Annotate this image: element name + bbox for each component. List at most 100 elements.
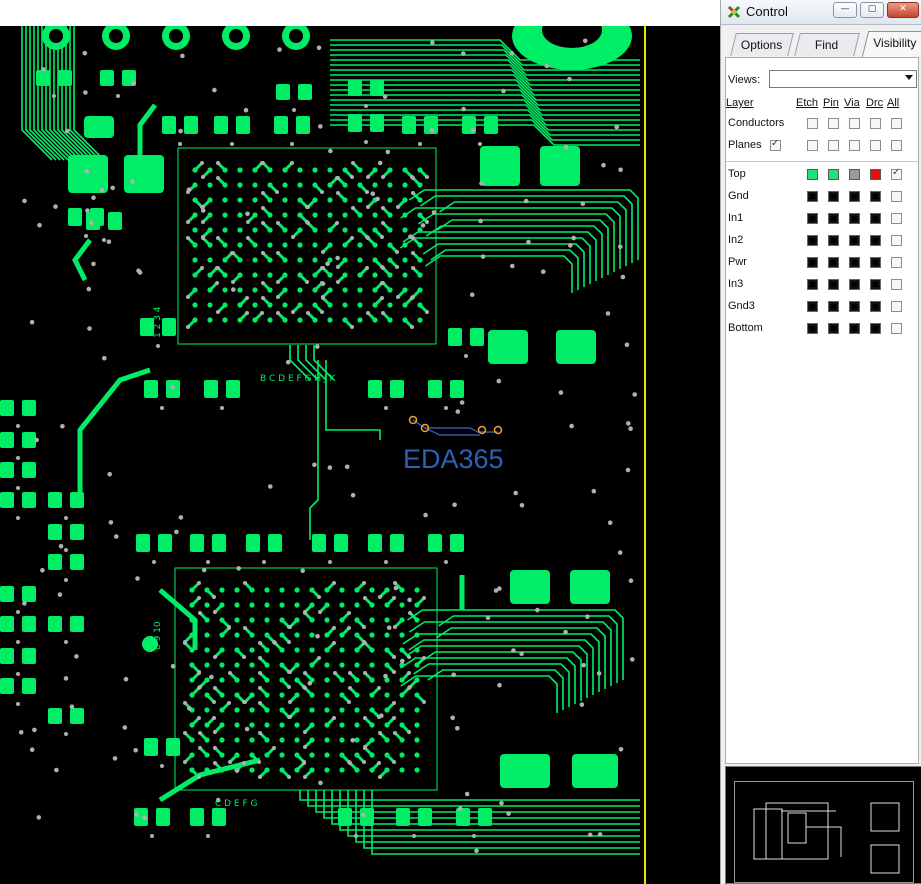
in2-all-checkbox[interactable]	[891, 235, 902, 246]
planes-checkbox[interactable]	[828, 140, 839, 151]
bottom-color-swatch[interactable]	[870, 323, 881, 334]
planes-checkbox[interactable]	[891, 140, 902, 151]
in1-color-swatch[interactable]	[849, 213, 860, 224]
column-via[interactable]: Via	[844, 97, 860, 109]
in3-all-checkbox[interactable]	[891, 279, 902, 290]
gnd-color-swatch[interactable]	[828, 191, 839, 202]
column-all[interactable]: All	[887, 97, 899, 109]
gnd3-color-swatch[interactable]	[828, 301, 839, 312]
gnd3-color-swatch[interactable]	[849, 301, 860, 312]
gnd3-all-checkbox[interactable]	[891, 301, 902, 312]
top-bga-via	[411, 295, 415, 299]
bottom-bga-pad	[339, 707, 345, 713]
in1-color-swatch[interactable]	[807, 213, 818, 224]
in1-color-swatch[interactable]	[870, 213, 881, 224]
via	[37, 222, 42, 228]
top-bga-pad	[207, 227, 213, 233]
close-button[interactable]: ✕	[887, 2, 919, 18]
tab-visibility[interactable]: Visibility	[861, 31, 921, 57]
bottom-bga-via	[228, 671, 232, 675]
in1-all-checkbox[interactable]	[891, 213, 902, 224]
component-pad	[156, 808, 170, 826]
in2-color-swatch[interactable]	[828, 235, 839, 246]
views-dropdown[interactable]	[769, 70, 917, 88]
pwr-all-checkbox[interactable]	[891, 257, 902, 268]
gnd-color-swatch[interactable]	[807, 191, 818, 202]
top-color-swatch[interactable]	[870, 169, 881, 180]
in2-color-swatch[interactable]	[870, 235, 881, 246]
gnd3-color-swatch[interactable]	[807, 301, 818, 312]
planes-toggle-checkbox[interactable]	[770, 138, 781, 151]
via	[628, 426, 633, 432]
conductors-checkbox[interactable]	[849, 118, 860, 129]
planes-checkbox[interactable]	[870, 140, 881, 151]
bottom-bga-pad	[339, 767, 345, 773]
conductors-checkbox[interactable]	[891, 118, 902, 129]
bottom-bga-pad	[384, 662, 390, 668]
component-pad	[22, 462, 36, 478]
top-color-swatch[interactable]	[849, 169, 860, 180]
column-etch[interactable]: Etch	[796, 97, 818, 109]
via	[497, 682, 502, 688]
column-pin[interactable]: Pin	[823, 97, 839, 109]
in3-color-swatch[interactable]	[828, 279, 839, 290]
top-bga-pad	[417, 197, 423, 203]
in1-color-swatch[interactable]	[828, 213, 839, 224]
bottom-bga-pad	[264, 647, 270, 653]
pwr-color-swatch[interactable]	[828, 257, 839, 268]
top-bga-via	[245, 296, 249, 300]
world-view-minimap[interactable]	[725, 766, 921, 884]
top-all-checkbox[interactable]	[891, 167, 902, 180]
via	[22, 198, 27, 204]
top-bga-via	[186, 220, 190, 224]
in2-color-swatch[interactable]	[807, 235, 818, 246]
minimize-button[interactable]: —	[833, 2, 857, 18]
bottom-color-swatch[interactable]	[828, 323, 839, 334]
via	[430, 40, 435, 45]
conductors-checkbox[interactable]	[807, 118, 818, 129]
bottom-all-checkbox[interactable]	[891, 323, 902, 334]
top-bga-pad	[402, 287, 408, 293]
component-pad-via	[262, 560, 266, 564]
top-bga-pad	[267, 272, 273, 278]
maximize-button[interactable]: ▢	[860, 2, 884, 18]
component-pad-via	[102, 238, 106, 242]
bottom-bga-pad	[324, 602, 330, 608]
pcb-canvas-area[interactable]: B C D E F G H J K C D E F G 1 2 3 4 8 9 …	[0, 0, 720, 884]
tab-find[interactable]: Find	[794, 33, 860, 56]
pwr-color-swatch[interactable]	[870, 257, 881, 268]
gnd3-color-swatch[interactable]	[870, 301, 881, 312]
in3-color-swatch[interactable]	[849, 279, 860, 290]
title-bar[interactable]: Control — ▢ ✕	[721, 0, 921, 25]
bottom-color-swatch[interactable]	[849, 323, 860, 334]
layer-label-bottom: Bottom	[728, 322, 763, 334]
pwr-color-swatch[interactable]	[849, 257, 860, 268]
top-color-swatch[interactable]	[828, 169, 839, 180]
in2-color-swatch[interactable]	[849, 235, 860, 246]
top-bga-pad	[387, 212, 393, 218]
in3-color-swatch[interactable]	[807, 279, 818, 290]
bottom-bga-pad	[264, 767, 270, 773]
via	[60, 424, 65, 429]
pcb-canvas[interactable]: B C D E F G H J K C D E F G 1 2 3 4 8 9 …	[0, 26, 720, 884]
conductors-checkbox[interactable]	[828, 118, 839, 129]
planes-checkbox[interactable]	[849, 140, 860, 151]
top-bga-pad	[417, 317, 423, 323]
bottom-color-swatch[interactable]	[807, 323, 818, 334]
via	[187, 706, 192, 711]
planes-checkbox[interactable]	[807, 140, 818, 151]
pwr-color-swatch[interactable]	[807, 257, 818, 268]
bottom-bga-pad	[234, 692, 240, 698]
top-color-swatch[interactable]	[807, 169, 818, 180]
via	[519, 651, 524, 657]
gnd-color-swatch[interactable]	[849, 191, 860, 202]
in3-color-swatch[interactable]	[870, 279, 881, 290]
column-drc[interactable]: Drc	[866, 97, 883, 109]
bottom-bga-pad	[354, 722, 360, 728]
component-pad-via	[354, 834, 358, 838]
bottom-bga-via	[318, 610, 322, 614]
tab-options[interactable]: Options	[730, 33, 794, 56]
gnd-color-swatch[interactable]	[870, 191, 881, 202]
gnd-all-checkbox[interactable]	[891, 191, 902, 202]
conductors-checkbox[interactable]	[870, 118, 881, 129]
